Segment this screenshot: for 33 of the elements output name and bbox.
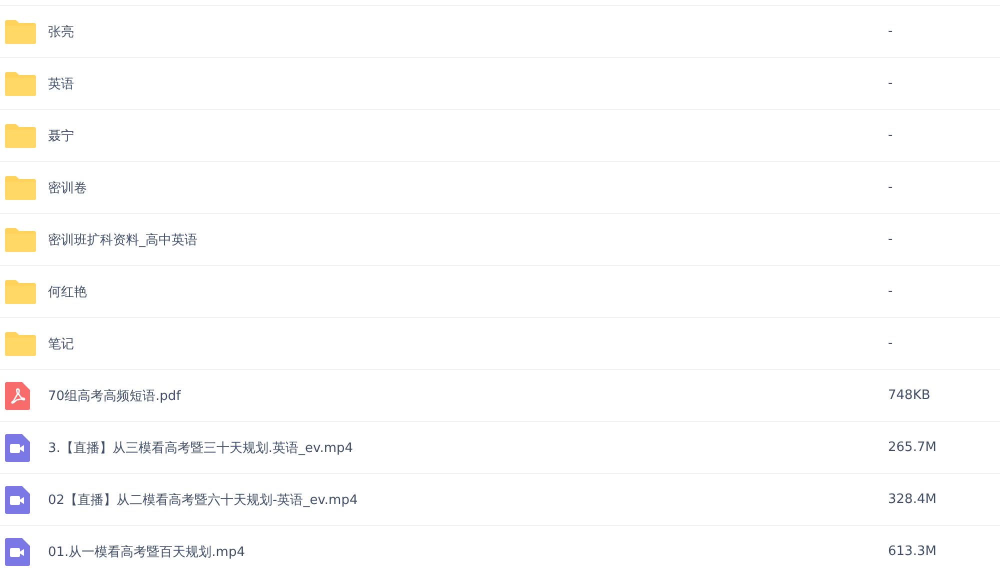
file-name[interactable]: 笔记 xyxy=(48,334,888,352)
video-file-icon xyxy=(5,538,30,566)
folder-icon xyxy=(5,124,36,148)
folder-icon xyxy=(5,332,36,356)
file-size: - xyxy=(888,128,894,143)
file-size: 748KB xyxy=(888,388,932,403)
file-name[interactable]: 01.从一模看高考暨百天规划.mp4 xyxy=(48,542,888,560)
file-name[interactable]: 3.【直播】从三模看高考暨三十天规划.英语_ev.mp4 xyxy=(48,438,888,456)
video-file-icon xyxy=(5,486,30,514)
folder-icon xyxy=(5,280,36,304)
file-size: 613.3M xyxy=(888,544,938,559)
video-file-icon xyxy=(5,434,30,462)
file-size: - xyxy=(888,232,894,247)
file-name[interactable]: 70组高考高频短语.pdf xyxy=(48,386,888,404)
file-size: - xyxy=(888,284,894,299)
file-name[interactable]: 聂宁 xyxy=(48,126,888,144)
file-size: - xyxy=(888,76,894,91)
file-name[interactable]: 何红艳 xyxy=(48,282,888,300)
folder-icon xyxy=(5,176,36,200)
folder-icon xyxy=(5,72,36,96)
file-size: - xyxy=(888,24,894,39)
file-size: - xyxy=(888,180,894,195)
file-name[interactable]: 02【直播】从二模看高考暨六十天规划-英语_ev.mp4 xyxy=(48,490,888,508)
file-name[interactable]: 密训班扩科资料_高中英语 xyxy=(48,230,888,248)
file-size: 265.7M xyxy=(888,440,938,455)
file-name[interactable]: 英语 xyxy=(48,74,888,92)
file-size: 328.4M xyxy=(888,492,938,507)
file-name[interactable]: 密训卷 xyxy=(48,178,888,196)
file-name[interactable]: 张亮 xyxy=(48,22,888,40)
folder-icon xyxy=(5,20,36,44)
pdf-file-icon xyxy=(5,382,30,410)
file-size: - xyxy=(888,336,894,351)
folder-icon xyxy=(5,228,36,252)
